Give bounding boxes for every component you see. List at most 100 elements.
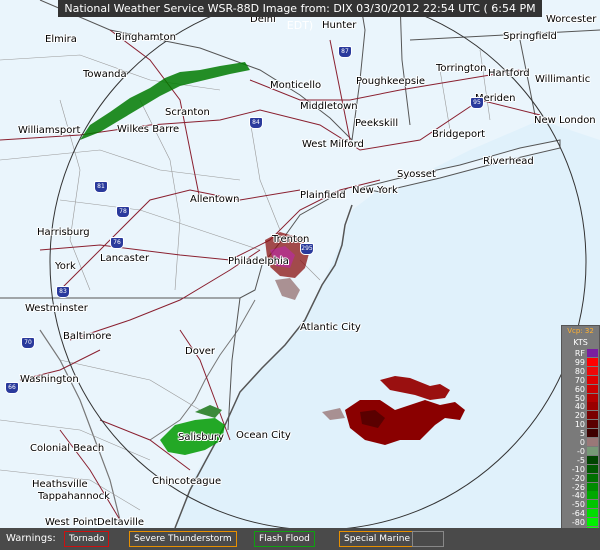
city-label: Atlantic City [300, 322, 361, 333]
legend-value-label: 60 [574, 384, 585, 394]
legend-row: 5 [562, 429, 599, 438]
legend-row: -40 [562, 491, 599, 500]
city-label: Philadelphia [228, 256, 289, 267]
city-label: Westminster [25, 303, 88, 314]
legend-color-swatch [587, 491, 598, 500]
velocity-legend: Vcp: 32 KTS RF 99 80 70 60 50 40 20 10 5 0 -0 -5 -10-… [561, 325, 600, 548]
city-label: Harrisburg [37, 227, 90, 238]
legend-color-swatch [587, 429, 598, 438]
legend-value-label: -5 [577, 455, 585, 465]
warning-special-marine-button[interactable]: Special Marine [339, 531, 416, 547]
legend-color-swatch [587, 473, 598, 482]
legend-row: 20 [562, 411, 599, 420]
legend-value-label: 10 [574, 420, 585, 430]
legend-color-swatch [587, 446, 598, 455]
legend-row: 50 [562, 393, 599, 403]
city-label: Wilkes Barre [117, 124, 180, 135]
city-label: New London [534, 115, 596, 126]
city-label: Williamsport [18, 125, 81, 136]
city-label: Hunter [322, 20, 357, 31]
legend-value-label: -0 [577, 446, 585, 456]
city-label: New York [352, 185, 398, 196]
radar-map: Elmira Binghamton Delhi Hunter Worcester Spri… [0, 0, 600, 528]
city-label: West Point [45, 517, 98, 528]
legend-row: -50 [562, 500, 599, 509]
city-label: Ocean City [236, 430, 291, 441]
interstate-shield-icon: 87 [338, 46, 352, 58]
warnings-label: Warnings: [6, 533, 56, 544]
legend-row: 80 [562, 366, 599, 376]
city-label: Tappahannock [38, 491, 110, 502]
interstate-shield-icon: 295 [300, 243, 314, 255]
legend-row: -26 [562, 482, 599, 492]
legend-color-swatch [587, 455, 598, 464]
city-label: Willimantic [535, 74, 591, 85]
interstate-shield-icon: 84 [249, 117, 263, 129]
interstate-shield-icon: 78 [116, 206, 130, 218]
city-label: Monticello [270, 80, 322, 91]
city-label: Springfield [503, 31, 557, 42]
legend-color-swatch [587, 509, 598, 518]
interstate-shield-icon: 95 [470, 97, 484, 109]
city-label: Plainfield [300, 190, 346, 201]
interstate-shield-icon: 70 [21, 337, 35, 349]
city-label: Deltaville [97, 517, 145, 528]
legend-row: -10 [562, 464, 599, 474]
legend-row: -80 [562, 518, 599, 527]
city-label: Poughkeepsie [356, 76, 426, 87]
city-label: Binghamton [115, 32, 176, 43]
warning-flash-flood-button[interactable]: Flash Flood [254, 531, 315, 547]
legend-row: -5 [562, 455, 599, 465]
city-label: Towanda [83, 69, 127, 80]
city-label: York [55, 261, 76, 272]
legend-row: 40 [562, 402, 599, 411]
legend-value-label: 80 [574, 366, 585, 376]
warning-other-button[interactable] [412, 531, 444, 547]
legend-color-swatch [587, 357, 598, 366]
warning-severe-thunderstorm-button[interactable]: Severe Thunderstorm [129, 531, 237, 547]
legend-color-swatch [587, 464, 598, 473]
legend-value-label: -64 [571, 509, 585, 519]
legend-row: 70 [562, 375, 599, 385]
city-label: Bridgeport [432, 129, 486, 140]
city-label: Baltimore [63, 331, 112, 342]
city-label: Peekskill [355, 118, 399, 129]
legend-row: -0 [562, 446, 599, 456]
interstate-shield-icon: 83 [56, 286, 70, 298]
legend-color-swatch [587, 366, 598, 375]
legend-value-label: 99 [574, 357, 585, 367]
interstate-shield-icon: 81 [94, 181, 108, 193]
city-label: Syosset [397, 169, 436, 180]
city-label: Riverhead [483, 156, 534, 167]
city-label: Chincoteague [152, 476, 222, 487]
legend-row: 0 [562, 438, 599, 447]
warnings-bar: Warnings: Tornado Severe Thunderstorm Fl… [0, 528, 600, 550]
legend-value-label: 20 [574, 411, 585, 421]
legend-value-label: RF [574, 349, 585, 358]
interstate-shield-icon: 76 [110, 237, 124, 249]
city-label: Dover [185, 346, 215, 357]
vcp-label: Vcp: 32 [567, 327, 594, 335]
city-label: Colonial Beach [30, 443, 105, 454]
city-label: West Milford [302, 139, 364, 150]
city-label: Lancaster [100, 253, 150, 264]
legend-color-swatch [587, 349, 598, 357]
legend-value-label: 40 [574, 402, 585, 412]
legend-color-swatch [587, 411, 598, 420]
city-label: Worcester [546, 14, 597, 25]
legend-value-label: -80 [571, 518, 585, 528]
legend-value-label: 70 [574, 375, 585, 385]
city-label: Torrington [436, 63, 487, 74]
city-label: Allentown [190, 194, 240, 205]
interstate-shield-icon: 66 [5, 382, 19, 394]
legend-color-swatch [587, 438, 598, 446]
legend-color-swatch [587, 518, 598, 527]
city-label: Washington [20, 374, 79, 385]
warning-tornado-button[interactable]: Tornado [64, 531, 110, 547]
legend-color-swatch [587, 402, 598, 411]
legend-color-swatch [587, 420, 598, 429]
legend-value-label: -50 [571, 500, 585, 510]
city-label: Elmira [45, 34, 77, 45]
legend-value-label: -10 [571, 464, 585, 474]
legend-value-label: 5 [579, 429, 585, 439]
